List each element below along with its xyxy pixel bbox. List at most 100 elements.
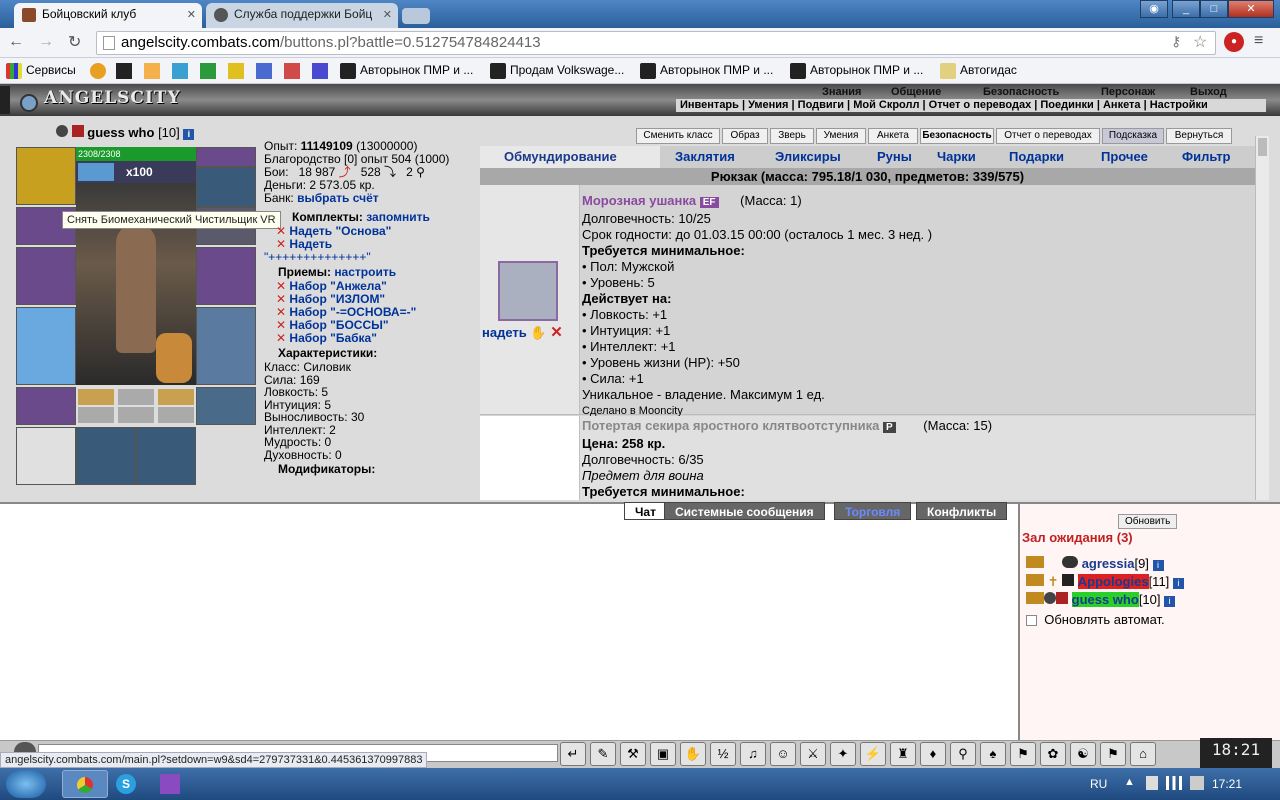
amulet-slot[interactable] — [196, 147, 256, 167]
action-icon[interactable]: ⚡ — [860, 742, 886, 766]
action-icon[interactable]: ☯ — [1070, 742, 1096, 766]
action-icon[interactable]: ⚑ — [1010, 742, 1036, 766]
trick-set[interactable]: ✕ Набор "-=ОСНОВА=-" — [264, 305, 482, 319]
remember-link[interactable]: запомнить — [366, 210, 430, 224]
menu-exit[interactable]: Выход — [1190, 86, 1227, 98]
tab-elixirs[interactable]: Эликсиры — [775, 149, 841, 164]
bookmark-icon[interactable] — [284, 63, 300, 79]
tab-equipment[interactable]: Обмундирование — [504, 149, 617, 164]
menu-social[interactable]: Общение — [891, 86, 941, 98]
info-icon[interactable]: i — [1164, 596, 1176, 607]
adblock-icon[interactable]: ● — [1224, 32, 1244, 52]
action-icon[interactable]: ½ — [710, 742, 736, 766]
tray-arrow-icon[interactable]: ▲ — [1124, 776, 1135, 788]
helmet-slot[interactable] — [16, 147, 76, 205]
top-button[interactable]: Подсказка — [1102, 128, 1164, 144]
action-icon[interactable]: ▣ — [650, 742, 676, 766]
player-name[interactable]: agressia — [1082, 556, 1135, 571]
action-icon[interactable]: ☺ — [770, 742, 796, 766]
action-icon[interactable]: ♦ — [920, 742, 946, 766]
sub-menu[interactable]: Инвентарь | Умения | Подвиги | Мой Скрол… — [676, 99, 1266, 112]
wear-link[interactable]: надеть — [482, 325, 527, 340]
trick-set[interactable]: ✕ Набор "Бабка" — [264, 331, 482, 345]
action-icon[interactable]: ⚒ — [620, 742, 646, 766]
bookmark-auto-1[interactable]: Авторынок ПМР и ... — [340, 63, 473, 79]
player-name[interactable]: guess who — [1071, 592, 1139, 607]
skype-icon[interactable]: S — [116, 774, 136, 794]
new-tab-button[interactable] — [402, 8, 430, 24]
bookmark-icon[interactable] — [200, 63, 216, 79]
trick-set[interactable]: ✕ Набор "ИЗЛОМ" — [264, 292, 482, 306]
action-icon[interactable]: ✎ — [590, 742, 616, 766]
action-icon[interactable]: ⚑ — [1100, 742, 1126, 766]
item-name[interactable]: Потертая секира яростного клятвоотступни… — [582, 418, 879, 433]
top-button[interactable]: Сменить класс — [636, 128, 720, 144]
fight-icon[interactable] — [1026, 556, 1044, 568]
user-icon[interactable]: ◉ — [1140, 0, 1168, 18]
bookmark-icon[interactable] — [144, 63, 160, 79]
reload-icon[interactable]: ↻ — [68, 32, 81, 52]
scroll-icon[interactable] — [118, 407, 154, 423]
start-button[interactable] — [6, 770, 46, 798]
bank-link[interactable]: выбрать счёт — [297, 191, 379, 205]
menu-knowledge[interactable]: Знания — [822, 86, 861, 98]
action-icon[interactable]: ✿ — [1040, 742, 1066, 766]
bookmark-icon[interactable] — [116, 63, 132, 79]
taskbar-chrome[interactable] — [62, 770, 108, 798]
action-icon[interactable]: ⚔ — [800, 742, 826, 766]
player-name[interactable]: Appologies — [1077, 574, 1149, 589]
delete-icon[interactable]: ✕ — [550, 324, 563, 341]
tab-chat[interactable]: Чат — [624, 502, 667, 520]
action-icon[interactable]: ♠ — [980, 742, 1006, 766]
bookmark-auto-2[interactable]: Авторынок ПМР и ... — [640, 63, 773, 79]
axe-left-slot[interactable] — [16, 247, 76, 305]
scroll-icon[interactable] — [118, 389, 154, 405]
language-indicator[interactable]: RU — [1090, 777, 1107, 791]
tab-conflicts[interactable]: Конфликты — [916, 502, 1008, 520]
tab-spells[interactable]: Заклятия — [675, 149, 735, 164]
cloak-slot[interactable] — [16, 307, 76, 385]
flag-icon[interactable] — [1146, 776, 1158, 790]
top-button[interactable]: Умения — [816, 128, 866, 144]
bookmark-icon[interactable] — [228, 63, 244, 79]
close-icon[interactable]: ✕ — [187, 8, 196, 21]
top-button[interactable]: Отчет о переводах — [996, 128, 1100, 144]
set-extra[interactable]: "++++++++++++++" — [264, 249, 482, 264]
site-logo[interactable]: ANGELSCITY — [44, 88, 181, 108]
action-icon[interactable]: ⌂ — [1130, 742, 1156, 766]
address-bar[interactable]: angelscity.combats.com/buttons.pl?battle… — [96, 31, 1216, 55]
set-item[interactable]: ✕ Надеть "Основа" — [264, 223, 482, 238]
auto-refresh-checkbox[interactable] — [1026, 615, 1037, 627]
close-window-button[interactable]: ✕ — [1228, 0, 1274, 18]
bookmark-volkswagen[interactable]: Продам Volkswage... — [490, 63, 624, 79]
bookmark-auto-3[interactable]: Авторынок ПМР и ... — [790, 63, 923, 79]
forward-icon[interactable]: → — [38, 33, 54, 51]
item-image[interactable] — [498, 261, 558, 321]
boots-slot[interactable] — [196, 387, 256, 425]
bottom-slot[interactable] — [16, 427, 76, 485]
action-icon[interactable]: ↵ — [560, 742, 586, 766]
info-icon[interactable]: i — [1152, 560, 1164, 571]
bookmark-autogidas[interactable]: Автогидас — [940, 63, 1017, 79]
menu-security[interactable]: Безопасность — [983, 86, 1059, 98]
top-button[interactable]: Вернуться — [1166, 128, 1232, 144]
bookmark-services[interactable]: Сервисы — [6, 63, 76, 79]
volume-icon[interactable] — [1190, 776, 1204, 790]
info-icon[interactable]: i — [1172, 578, 1184, 589]
top-button[interactable]: Зверь — [770, 128, 814, 144]
configure-link[interactable]: настроить — [334, 265, 396, 279]
item-name[interactable]: Морозная ушанка — [582, 193, 696, 208]
action-icon[interactable]: ♜ — [890, 742, 916, 766]
key-icon[interactable]: ⚷ — [1171, 33, 1181, 50]
top-button[interactable]: Образ — [722, 128, 768, 144]
menu-character[interactable]: Персонаж — [1101, 86, 1155, 98]
tab-fight-club[interactable]: Бойцовский клуб ✕ — [14, 3, 202, 28]
fight-icon[interactable] — [1026, 592, 1044, 604]
axe-right-slot[interactable] — [196, 247, 256, 305]
bottom-slot[interactable] — [136, 427, 196, 485]
action-icon[interactable]: ✋ — [680, 742, 706, 766]
trick-set[interactable]: ✕ Набор "БОССЫ" — [264, 318, 482, 332]
tab-filter[interactable]: Фильтр — [1182, 149, 1231, 164]
top-button[interactable]: Безопасность — [920, 128, 994, 144]
action-icon[interactable]: ♫ — [740, 742, 766, 766]
